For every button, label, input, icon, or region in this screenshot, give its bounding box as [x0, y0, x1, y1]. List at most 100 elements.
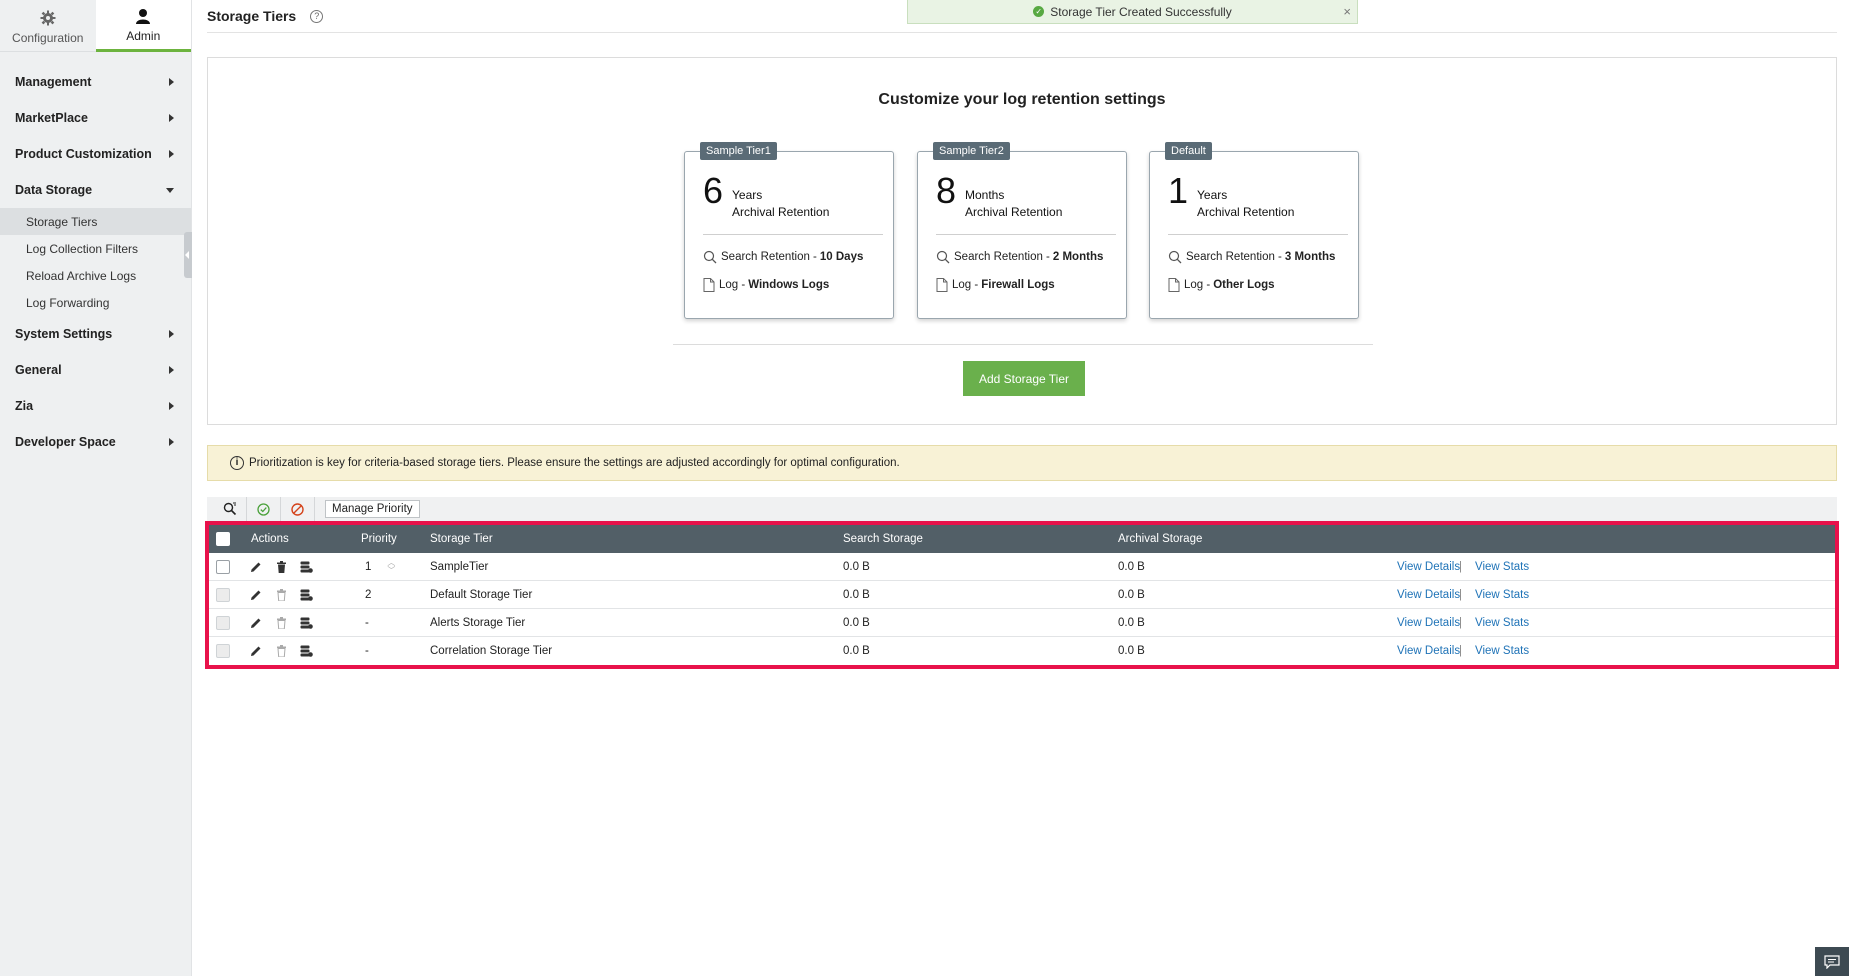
tier-card-unit: Years — [1197, 188, 1228, 202]
link-separator: | — [1459, 645, 1462, 657]
sidebar-subitem-reload-archive-logs[interactable]: Reload Archive Logs — [0, 262, 191, 289]
search-retention-row: Search Retention -10 Days — [703, 250, 863, 264]
add-storage-tier-button[interactable]: Add Storage Tier — [963, 361, 1085, 396]
view-stats-link[interactable]: View Stats — [1475, 637, 1529, 665]
caret-right-icon — [169, 78, 174, 86]
header-archival-storage: Archival Storage — [1118, 533, 1203, 545]
trash-icon — [274, 616, 288, 630]
search-icon — [1168, 250, 1182, 264]
storage-tier-name: Default Storage Tier — [430, 588, 533, 601]
info-text: Prioritization is key for criteria-based… — [249, 457, 900, 469]
view-stats-link[interactable]: View Stats — [1475, 581, 1529, 608]
caret-right-icon — [169, 150, 174, 158]
storage-icon[interactable] — [299, 616, 313, 630]
divider — [1168, 234, 1348, 235]
sidebar-item-label: General — [15, 363, 62, 377]
storage-icon[interactable] — [299, 560, 313, 574]
storage-tier-name: Alerts Storage Tier — [430, 616, 526, 629]
caret-right-icon — [169, 330, 174, 338]
disable-icon[interactable] — [281, 497, 315, 521]
caret-right-icon — [169, 402, 174, 410]
log-row: Log - Other Logs — [1168, 278, 1275, 292]
sidebar-item-label: Management — [15, 75, 92, 89]
sidebar-menu: Management MarketPlace Product Customiza… — [0, 52, 191, 460]
tier-card: Sample Tier1 6 Years Archival Retention … — [684, 142, 894, 319]
row-actions — [249, 609, 324, 636]
log-row: Log - Windows Logs — [703, 278, 829, 292]
retention-panel: Customize your log retention settings Sa… — [207, 57, 1837, 425]
search-filter-icon[interactable] — [213, 497, 247, 521]
edit-icon[interactable] — [249, 588, 263, 602]
sidebar-item-zia[interactable]: Zia — [0, 388, 191, 424]
document-icon — [1168, 278, 1180, 292]
search-retention-value: 2 Months — [1052, 251, 1104, 263]
sidebar-item-general[interactable]: General — [0, 352, 191, 388]
row-checkbox — [216, 615, 230, 630]
chevron-down-icon[interactable]: ﹀ — [387, 566, 395, 575]
edit-icon[interactable] — [249, 616, 263, 630]
log-row: Log - Firewall Logs — [936, 278, 1055, 292]
sidebar-item-label: MarketPlace — [15, 111, 88, 125]
sidebar-subitem-log-forwarding[interactable]: Log Forwarding — [0, 289, 191, 316]
table-row: - Correlation Storage Tier 0.0 B 0.0 B V… — [209, 637, 1835, 665]
link-separator: | — [1459, 560, 1462, 573]
tier-card-archival: Archival Retention — [1197, 205, 1295, 219]
search-storage-value: 0.0 B — [843, 645, 870, 657]
header-storage-tier: Storage Tier — [430, 533, 493, 545]
sidebar-collapse-handle[interactable] — [184, 232, 192, 278]
storage-tier-name: Correlation Storage Tier — [430, 645, 553, 657]
tier-card-badge: Sample Tier2 — [933, 142, 1010, 160]
search-storage-value: 0.0 B — [843, 560, 870, 573]
caret-down-icon — [166, 188, 174, 193]
header-priority: Priority — [361, 533, 397, 545]
close-icon[interactable]: × — [1343, 4, 1351, 19]
view-stats-link[interactable]: View Stats — [1475, 553, 1529, 580]
sidebar-subitem-log-collection-filters[interactable]: Log Collection Filters — [0, 235, 191, 262]
search-retention-row: Search Retention -2 Months — [936, 250, 1103, 264]
document-icon — [703, 278, 715, 292]
sidebar-item-product-customization[interactable]: Product Customization — [0, 136, 191, 172]
trash-icon[interactable] — [274, 560, 288, 574]
storage-tier-name: SampleTier — [430, 560, 489, 573]
chat-button[interactable] — [1815, 947, 1849, 976]
divider — [703, 234, 883, 235]
tier-card: Default 1 Years Archival Retention Searc… — [1149, 142, 1359, 319]
enable-icon[interactable] — [247, 497, 281, 521]
edit-icon[interactable] — [249, 644, 263, 658]
priority-stepper[interactable]: ︿ ﹀ — [387, 558, 395, 575]
manage-priority-button[interactable]: Manage Priority — [325, 500, 420, 518]
storage-icon[interactable] — [299, 644, 313, 658]
priority-value: - — [365, 645, 369, 657]
tier-card: Sample Tier2 8 Months Archival Retention… — [917, 142, 1127, 319]
sidebar-item-management[interactable]: Management — [0, 64, 191, 100]
view-details-link[interactable]: View Details — [1397, 637, 1460, 665]
trash-icon — [274, 588, 288, 602]
help-icon[interactable]: ? — [310, 9, 324, 23]
log-value: Windows Logs — [748, 279, 830, 291]
row-checkbox — [216, 644, 230, 658]
view-details-link[interactable]: View Details — [1397, 609, 1460, 636]
edit-icon[interactable] — [249, 560, 263, 574]
sidebar-subitem-label: Log Forwarding — [26, 295, 110, 310]
chat-icon — [1824, 954, 1840, 969]
sidebar-subitem-storage-tiers[interactable]: Storage Tiers — [0, 208, 191, 235]
sidebar-item-developer-space[interactable]: Developer Space — [0, 424, 191, 460]
sidebar-item-system-settings[interactable]: System Settings — [0, 316, 191, 352]
table-row: - Alerts Storage Tier 0.0 B 0.0 B View D… — [209, 609, 1835, 637]
sidebar-item-data-storage[interactable]: Data Storage — [0, 172, 191, 208]
sidebar: Configuration Admin Management MarketPla… — [0, 0, 192, 976]
tier-card-unit: Years — [732, 188, 763, 202]
tab-admin[interactable]: Admin — [95, 0, 191, 52]
select-all-checkbox[interactable] — [216, 532, 230, 546]
success-toast: ✓ Storage Tier Created Successfully × — [907, 0, 1358, 24]
user-icon — [135, 6, 151, 26]
row-checkbox[interactable] — [216, 559, 230, 574]
archival-storage-value: 0.0 B — [1118, 645, 1145, 657]
view-details-link[interactable]: View Details — [1397, 553, 1460, 580]
view-stats-link[interactable]: View Stats — [1475, 609, 1529, 636]
storage-icon[interactable] — [299, 588, 313, 602]
view-details-link[interactable]: View Details — [1397, 581, 1460, 608]
tab-configuration[interactable]: Configuration — [0, 0, 96, 52]
main-content: Storage Tiers ? ✓ Storage Tier Created S… — [205, 0, 1839, 669]
sidebar-item-marketplace[interactable]: MarketPlace — [0, 100, 191, 136]
